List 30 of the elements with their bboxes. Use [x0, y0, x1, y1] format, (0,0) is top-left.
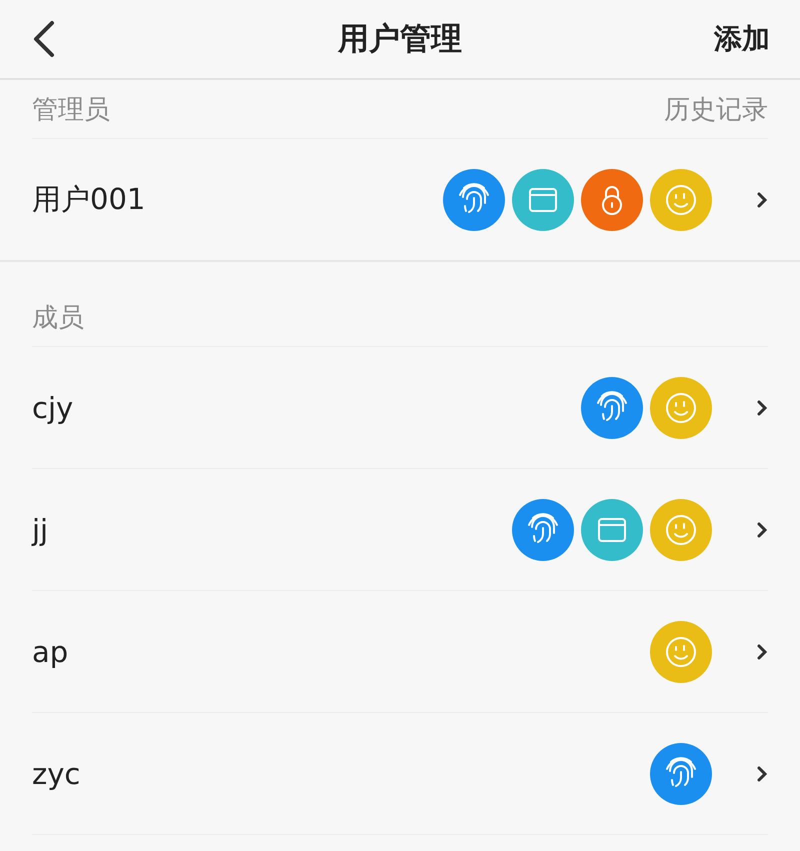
fingerprint-icon [443, 168, 505, 230]
chevron-icon [756, 642, 768, 662]
section-label: 成员 [32, 302, 84, 334]
fingerprint-icon [512, 498, 574, 560]
chevron-icon [756, 190, 768, 210]
smiley-face-icon [650, 168, 712, 230]
user-name: zyc [32, 756, 82, 790]
add-button[interactable]: 添加 [714, 20, 770, 58]
fingerprint-icon [650, 742, 712, 804]
smiley-face-icon [650, 498, 712, 560]
user-name: jj [32, 512, 50, 546]
page-title: 用户管理 [338, 20, 462, 59]
smiley-face-icon [650, 376, 712, 438]
fingerprint-icon [581, 376, 643, 438]
padlock-icon [581, 168, 643, 230]
smiley-face-icon [650, 620, 712, 682]
chevron-icon [756, 520, 768, 540]
user-row[interactable]: cjy [32, 347, 768, 469]
chevron-icon [756, 764, 768, 784]
card-icon [581, 498, 643, 560]
user-name: ap [32, 634, 70, 668]
card-icon [512, 168, 574, 230]
chevron-icon [756, 398, 768, 418]
user-row[interactable]: jj [32, 469, 768, 591]
user-row[interactable]: 用户001 [32, 139, 768, 260]
user-name: 用户001 [32, 180, 146, 218]
section-label: 管理员 [32, 94, 110, 126]
user-row[interactable]: zyc [32, 713, 768, 835]
user-name: cjy [32, 390, 74, 424]
user-row[interactable]: ap [32, 591, 768, 713]
